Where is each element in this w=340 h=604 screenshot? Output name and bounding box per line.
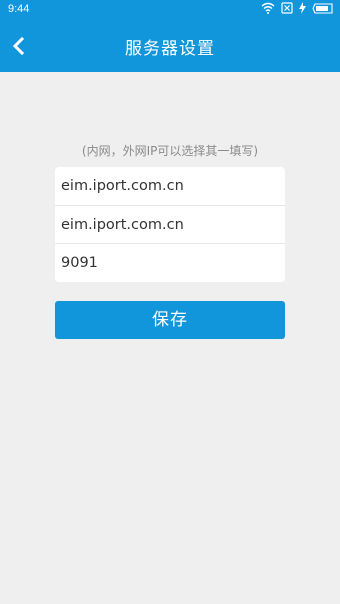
intranet-address-field[interactable]	[55, 167, 285, 205]
port-field[interactable]	[55, 244, 285, 282]
app-header: 9:44 服务器设置	[0, 0, 340, 72]
extranet-address-field[interactable]	[55, 206, 285, 244]
save-button[interactable]: 保存	[55, 301, 285, 339]
status-bar: 9:44	[0, 0, 340, 20]
battery-icon	[312, 2, 334, 14]
status-time: 9:44	[8, 3, 30, 15]
status-icons	[261, 2, 334, 14]
sim-blocked-icon	[281, 2, 293, 14]
server-form	[55, 167, 285, 282]
page-title: 服务器设置	[125, 39, 215, 59]
charging-icon	[299, 2, 306, 14]
wifi-icon	[261, 2, 275, 14]
nav-bar: 服务器设置	[0, 20, 340, 72]
form-hint: (内网，外网IP可以选择其一填写)	[81, 144, 259, 158]
